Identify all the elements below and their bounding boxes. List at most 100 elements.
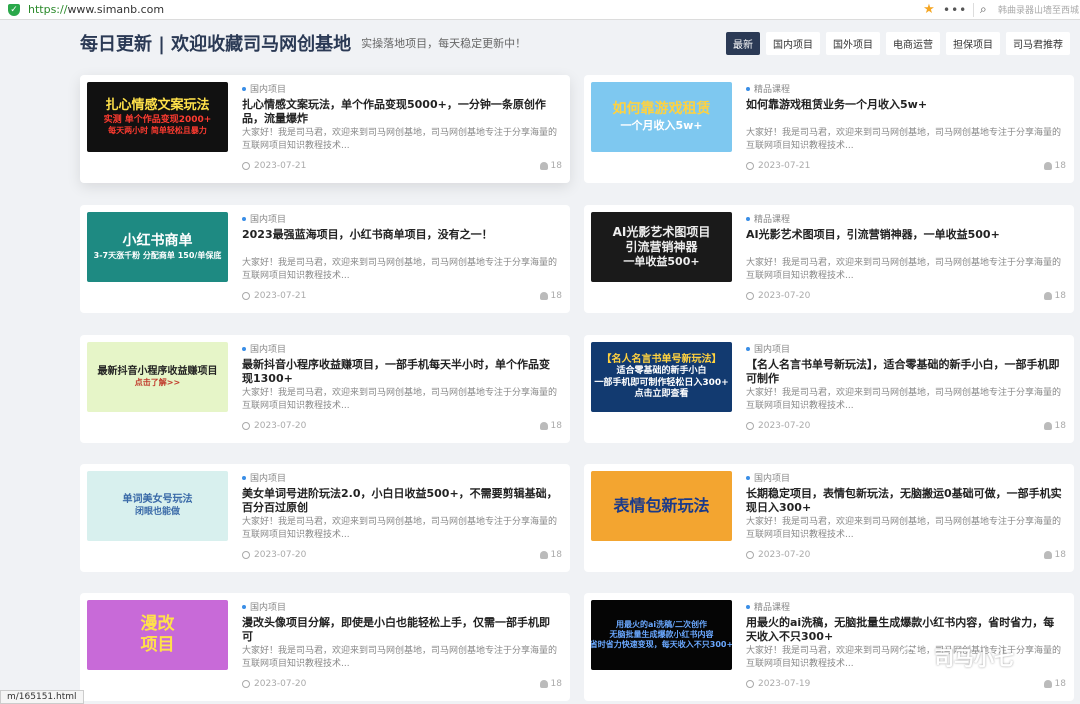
post-category[interactable]: 国内项目 <box>746 471 790 484</box>
post-title[interactable]: 长期稳定项目，表情包新玩法，无脑搬运0基础可做，一部手机实现日入300+ <box>746 487 1064 516</box>
post-thumbnail[interactable]: 扎心情感文案玩法 实测 单个作品变现2000+ 每天两小时 简单轻松且暴力 <box>87 82 228 152</box>
post-date: 2023-07-20 <box>746 421 810 431</box>
post-thumbnail[interactable]: 【名人名言书单号新玩法】 适合零基础的新手小白 一部手机即可制作轻松日入300+ 点击… <box>591 342 732 412</box>
user-icon <box>1043 162 1052 170</box>
views-count: 18 <box>1054 550 1066 560</box>
post-category[interactable]: 国内项目 <box>242 212 286 225</box>
post-title[interactable]: 漫改头像项目分解，即使是小白也能轻松上手，仅需一部手机即可 <box>242 616 560 645</box>
thumbnail-text: 适合零基础的新手小白 <box>616 366 707 377</box>
post-thumbnail[interactable]: 用最火的ai洗稿/二次创作 无脑批量生成爆款小红书内容 省时省力快速变现，每天收入不… <box>591 600 732 670</box>
thumbnail-text: 【名人名言书单号新玩法】 <box>601 353 722 365</box>
post-category[interactable]: 国内项目 <box>746 342 790 355</box>
post-category[interactable]: 精品课程 <box>746 600 790 613</box>
post-card[interactable]: 小红书商单 3-7天涨千粉 分配商单 150/单保底 国内项目 2023最强蓝海项目，… <box>80 205 570 313</box>
post-category[interactable]: 精品课程 <box>746 82 790 95</box>
category-label: 国内项目 <box>754 474 791 484</box>
category-label: 国内项目 <box>250 474 287 484</box>
post-thumbnail[interactable]: 最新抖音小程序收益赚项目 点击了解>> <box>87 342 228 412</box>
clock-icon <box>242 680 250 688</box>
views-count: 18 <box>1054 161 1066 171</box>
post-title[interactable]: 如何靠游戏租赁业务一个月收入5w+ <box>746 98 1064 112</box>
post-category[interactable]: 精品课程 <box>746 212 790 225</box>
post-views: 18 <box>1043 161 1066 171</box>
post-category[interactable]: 国内项目 <box>242 82 286 95</box>
thumbnail-text: 如何靠游戏租赁 <box>612 101 711 118</box>
thumbnail-text: 漫改 <box>140 613 175 634</box>
user-icon <box>539 162 548 170</box>
post-card[interactable]: 漫改 项目 国内项目 漫改头像项目分解，即使是小白也能轻松上手，仅需一部手机即可 大家好… <box>80 593 570 701</box>
post-category[interactable]: 国内项目 <box>242 471 286 484</box>
category-tabs: 最新 国内项目 国外项目 电商运营 担保项目 司马君推荐 <box>726 31 1070 55</box>
date-text: 2023-07-20 <box>254 679 307 689</box>
views-count: 18 <box>550 550 562 560</box>
tab-guarantee[interactable]: 担保项目 <box>946 31 1000 55</box>
date-text: 2023-07-19 <box>758 679 811 689</box>
views-count: 18 <box>550 421 562 431</box>
thumbnail-text: 最新抖音小程序收益赚项目 <box>97 365 218 377</box>
post-category[interactable]: 国内项目 <box>242 342 286 355</box>
post-thumbnail[interactable]: AI光影艺术图项目 引流营销神器 一单收益500+ <box>591 212 732 282</box>
post-date: 2023-07-21 <box>242 161 306 171</box>
tab-overseas[interactable]: 国外项目 <box>826 31 880 55</box>
post-excerpt: 大家好！我是司马君，欢迎来到司马网创基地，司马网创基地专注于分享海量的互联网项目… <box>746 388 1062 412</box>
post-card[interactable]: AI光影艺术图项目 引流营销神器 一单收益500+ 精品课程 AI光影艺术图项目，引流营… <box>584 205 1074 313</box>
tab-recommended[interactable]: 司马君推荐 <box>1006 31 1070 55</box>
post-date: 2023-07-21 <box>746 161 810 171</box>
category-label: 精品课程 <box>754 603 791 613</box>
thumbnail-text: 小红书商单 <box>122 233 193 250</box>
user-icon <box>1043 551 1052 559</box>
post-card[interactable]: 最新抖音小程序收益赚项目 点击了解>> 国内项目最新抖音小程序收益赚项目，一部手机每… <box>80 335 570 443</box>
post-views: 18 <box>1043 679 1066 689</box>
post-title[interactable]: AI光影艺术图项目，引流营销神器，一单收益500+ <box>746 228 1064 242</box>
category-label: 精品课程 <box>754 85 791 95</box>
post-views: 18 <box>539 679 562 689</box>
clock-icon <box>746 680 754 688</box>
tab-domestic[interactable]: 国内项目 <box>766 31 820 55</box>
clock-icon <box>242 551 250 559</box>
post-card[interactable]: 扎心情感文案玩法 实测 单个作品变现2000+ 每天两小时 简单轻松且暴力 国内项目扎… <box>80 75 570 183</box>
tab-latest[interactable]: 最新 <box>726 31 760 55</box>
post-thumbnail[interactable]: 漫改 项目 <box>87 600 228 670</box>
post-title[interactable]: 用最火的ai洗稿，无脑批量生成爆款小红书内容，省时省力，每天收入不只300+ <box>746 616 1064 645</box>
post-title[interactable]: 【名人名言书单号新玩法】，适合零基础的新手小白，一部手机即可制作 <box>746 358 1064 387</box>
thumbnail-text: 每天两小时 简单轻松且暴力 <box>108 125 207 135</box>
category-dot-icon <box>746 86 750 91</box>
search-icon: ⌕ <box>980 2 987 16</box>
post-card[interactable]: 单词美女号玩法 闭眼也能做 国内项目美女单词号进阶玩法2.0，小白日收益500+，不… <box>80 464 570 572</box>
clock-icon <box>746 292 754 300</box>
post-thumbnail[interactable]: 单词美女号玩法 闭眼也能做 <box>87 471 228 541</box>
post-thumbnail[interactable]: 小红书商单 3-7天涨千粉 分配商单 150/单保底 <box>87 212 228 282</box>
post-card[interactable]: 【名人名言书单号新玩法】 适合零基础的新手小白 一部手机即可制作轻松日入300+ 点击… <box>584 335 1074 443</box>
more-options-icon[interactable]: ••• <box>943 3 967 17</box>
post-thumbnail[interactable]: 表情包新玩法 <box>591 471 732 541</box>
post-views: 18 <box>539 161 562 171</box>
address-bar[interactable]: https://www.simanb.com <box>28 3 921 16</box>
post-title[interactable]: 扎心情感文案玩法，单个作品变现5000+，一分钟一条原创作品，流量爆炸 <box>242 98 560 127</box>
views-count: 18 <box>550 161 562 171</box>
thumbnail-text: 无脑批量生成爆款小红书内容 <box>609 630 714 639</box>
thumbnail-text: 一单收益500+ <box>623 255 700 269</box>
post-date: 2023-07-20 <box>242 421 306 431</box>
user-icon <box>1043 422 1052 430</box>
post-thumbnail[interactable]: 如何靠游戏租赁 一个月收入5w+ <box>591 82 732 152</box>
post-excerpt: 大家好！我是司马君，欢迎来到司马网创基地，司马网创基地专注于分享海量的互联网项目… <box>242 128 558 152</box>
bookmark-star-icon[interactable]: ★ <box>921 2 937 17</box>
category-dot-icon <box>746 475 750 480</box>
post-title[interactable]: 美女单词号进阶玩法2.0，小白日收益500+，不需要剪辑基础，百分百过原创 <box>242 487 560 516</box>
post-card[interactable]: 表情包新玩法 国内项目长期稳定项目，表情包新玩法，无脑搬运0基础可做，一部手机实现… <box>584 464 1074 572</box>
post-title[interactable]: 2023最强蓝海项目，小红书商单项目，没有之一！ <box>242 228 560 242</box>
browser-search-box[interactable]: ⌕ 韩曲录器山墙至西城 <box>980 0 1080 20</box>
wechat-icon <box>900 646 928 667</box>
category-dot-icon <box>242 346 246 351</box>
thumbnail-text: 3-7天涨千粉 分配商单 150/单保底 <box>93 250 222 260</box>
views-count: 18 <box>1054 679 1066 689</box>
date-text: 2023-07-20 <box>254 550 307 560</box>
post-card[interactable]: 如何靠游戏租赁 一个月收入5w+ 精品课程 如何靠游戏租赁业务一个月收入5w+ 大家好！… <box>584 75 1074 183</box>
browser-toolbar: ✓ https://www.simanb.com ★ ••• ⌕ 韩曲录器山墙至… <box>0 0 1080 20</box>
tab-ecommerce[interactable]: 电商运营 <box>886 31 940 55</box>
views-count: 18 <box>550 291 562 301</box>
clock-icon <box>746 551 754 559</box>
post-title[interactable]: 最新抖音小程序收益赚项目，一部手机每天半小时，单个作品变现1300+ <box>242 358 560 387</box>
category-label: 精品课程 <box>754 215 791 225</box>
post-category[interactable]: 国内项目 <box>242 600 286 613</box>
